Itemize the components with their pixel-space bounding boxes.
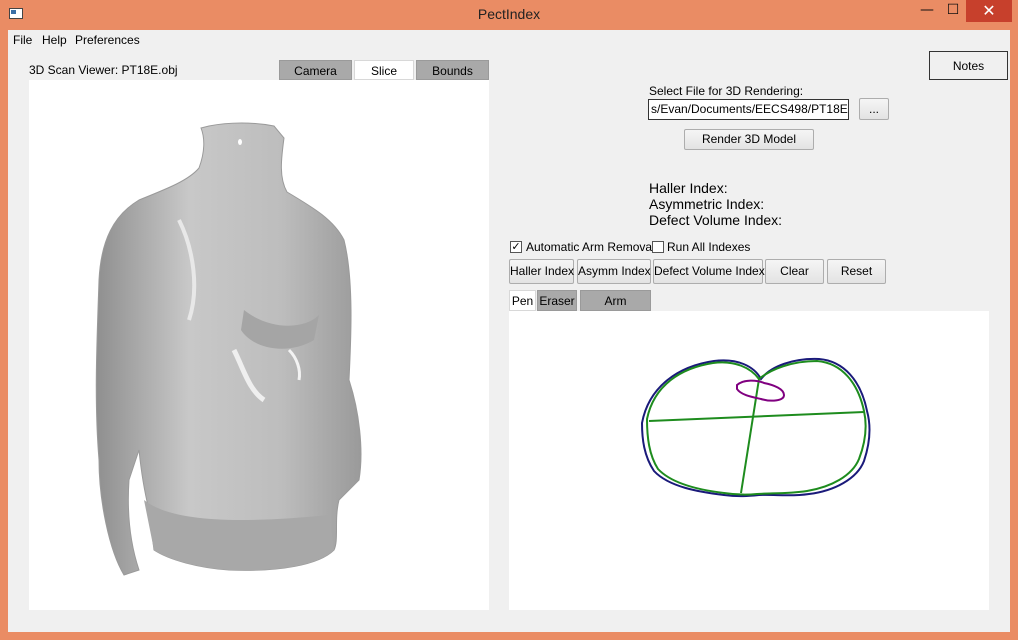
main-window: File Help Preferences 3D Scan Viewer: PT… [8, 30, 1010, 632]
minimize-button[interactable]: — [914, 0, 940, 22]
transverse-line [648, 411, 865, 422]
haller-index-button[interactable]: Haller Index [509, 259, 574, 284]
defect-volume-index-button[interactable]: Defect Volume Index [653, 259, 765, 284]
menu-help[interactable]: Help [42, 33, 67, 47]
haller-index-readout: Haller Index: [649, 180, 728, 196]
menu-file[interactable]: File [13, 33, 32, 47]
asymmetric-index-readout: Asymmetric Index: [649, 196, 765, 212]
asymm-index-button[interactable]: Asymm Index [577, 259, 651, 284]
run-all-indexes-label: Run All Indexes [667, 240, 751, 254]
defect-contour [736, 379, 786, 402]
slice-outline [640, 357, 871, 498]
file-path-input[interactable]: s/Evan/Documents/EECS498/PT18E.obj [648, 99, 849, 120]
window-title: PectIndex [477, 6, 541, 22]
torso-shape [95, 122, 362, 576]
highlight-4 [238, 139, 242, 145]
menu-bar: File Help Preferences [8, 30, 1010, 50]
window-bottom-border [0, 632, 1018, 640]
render-button[interactable]: Render 3D Model [684, 129, 814, 150]
tab-bounds-mode[interactable]: Bounds Mode [416, 60, 489, 98]
tab-arm-removal[interactable]: Arm Removal [580, 290, 651, 328]
viewer-filename: PT18E.obj [121, 63, 178, 77]
title-bar: PectIndex — ☐ ✕ [0, 0, 1018, 30]
tab-pen[interactable]: Pen [509, 290, 536, 311]
outer-contour-navy [640, 357, 871, 498]
torso-model [95, 122, 362, 576]
maximize-button[interactable]: ☐ [940, 0, 966, 22]
run-all-indexes-checkbox[interactable] [652, 241, 664, 253]
tab-camera-mode[interactable]: Camera Mode [279, 60, 352, 98]
reset-button[interactable]: Reset [827, 259, 886, 284]
slice-drawing-canvas[interactable] [509, 311, 989, 610]
viewer-label: 3D Scan Viewer: PT18E.obj [29, 63, 178, 77]
clear-button[interactable]: Clear [765, 259, 824, 284]
browse-button[interactable]: ... [859, 98, 889, 120]
auto-arm-removal-checkbox[interactable]: ✓ [510, 241, 522, 253]
auto-arm-removal-label: Automatic Arm Removal [526, 240, 655, 254]
tab-slice-mode[interactable]: Slice Mode [354, 60, 414, 98]
menu-preferences[interactable]: Preferences [75, 33, 140, 47]
close-button[interactable]: ✕ [966, 0, 1012, 22]
tab-eraser[interactable]: Eraser [537, 290, 577, 311]
3d-viewport[interactable] [29, 80, 489, 610]
notes-button[interactable]: Notes [929, 51, 1008, 80]
defect-volume-index-readout: Defect Volume Index: [649, 212, 783, 228]
file-select-label: Select File for 3D Rendering: [649, 84, 804, 98]
